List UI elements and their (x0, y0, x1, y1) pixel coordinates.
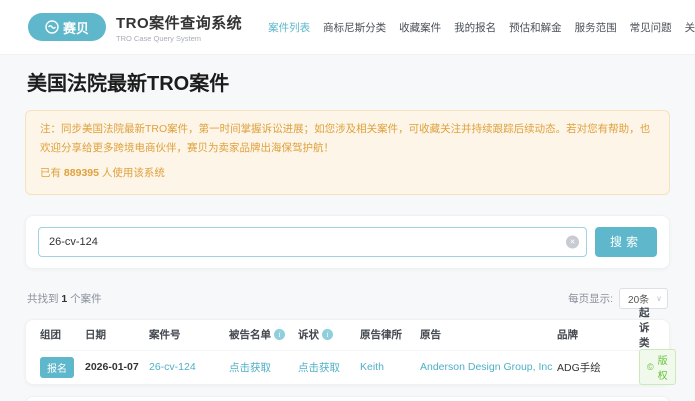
saibei-logo[interactable]: 赛贝 (28, 13, 106, 41)
law-firm-link[interactable]: Keith (360, 361, 384, 373)
search-button[interactable]: 搜索 (595, 227, 657, 257)
found-suffix: 个案件 (67, 293, 101, 305)
search-input[interactable] (38, 227, 587, 257)
clear-input-icon[interactable]: × (566, 235, 579, 248)
pagination: ‹ 1 › (25, 396, 670, 401)
nav-item-service-scope[interactable]: 服务范围 (575, 20, 617, 35)
nav-item-nice-classification[interactable]: 商标尼斯分类 (323, 20, 386, 35)
usage-suffix: 人使用该系统 (99, 167, 165, 179)
cell-date: 2026-01-07 (85, 361, 149, 373)
per-page-value: 20条 (628, 291, 649, 306)
saibei-logo-text: 赛贝 (63, 18, 89, 37)
cell-plaintiff: Anderson Design Group, Inc (420, 361, 557, 373)
notice-banner: 注：同步美国法院最新TRO案件，第一时间掌握诉讼进展；如您涉及相关案件，可收藏关… (25, 110, 670, 195)
info-icon[interactable]: i (274, 329, 285, 340)
cell-brand: ADG手绘 (557, 360, 639, 375)
header-law-firm: 原告律所 (360, 327, 420, 342)
table-header-row: 组团 日期 案件号 被告名单i 诉状i 原告律所 原告 品牌 起诉类型 (40, 320, 655, 351)
site-subtitle: TRO Case Query System (116, 34, 242, 43)
usage-count: 889395 (64, 167, 99, 179)
header-plaintiff: 原告 (420, 327, 557, 342)
cell-complaint: 点击获取 (298, 360, 360, 375)
nav-item-case-list[interactable]: 案件列表 (268, 20, 310, 35)
main-nav: 案件列表 商标尼斯分类 收藏案件 我的报名 预估和解金 服务范围 常见问题 关于… (268, 20, 695, 35)
search-input-wrap: × (38, 227, 587, 257)
nav-item-about-us[interactable]: 关于我们 (685, 20, 695, 35)
notice-text: 注：同步美国法院最新TRO案件，第一时间掌握诉讼进展；如您涉及相关案件，可收藏关… (40, 120, 655, 158)
header-case-no: 案件号 (149, 327, 229, 342)
nav-item-settlement-estimate[interactable]: 预估和解金 (509, 20, 562, 35)
defendants-link[interactable]: 点击获取 (229, 360, 271, 375)
nav-item-favorites[interactable]: 收藏案件 (399, 20, 441, 35)
copyright-icon: © (647, 362, 654, 372)
header-defendants: 被告名单i (229, 327, 298, 342)
table-row: 报名 2026-01-07 26-cv-124 点击获取 点击获取 Keith … (40, 351, 655, 384)
chevron-down-icon: ∨ (656, 294, 662, 303)
case-type-label: 版权 (658, 352, 668, 382)
plaintiff-link[interactable]: Anderson Design Group, Inc (420, 361, 553, 373)
search-card: × 搜索 (25, 215, 670, 269)
cell-defendants: 点击获取 (229, 360, 298, 375)
cell-case-type: © 版权 (639, 349, 676, 385)
page-title: 美国法院最新TRO案件 (27, 67, 670, 96)
usage-stat: 已有 889395 人使用该系统 (40, 164, 655, 183)
info-icon[interactable]: i (322, 329, 333, 340)
header-group: 组团 (40, 327, 85, 342)
complaint-link[interactable]: 点击获取 (298, 360, 340, 375)
nav-item-my-signups[interactable]: 我的报名 (454, 20, 496, 35)
main-content: 美国法院最新TRO案件 注：同步美国法院最新TRO案件，第一时间掌握诉讼进展；如… (0, 55, 695, 401)
per-page-label: 每页显示: (568, 291, 613, 306)
found-prefix: 共找到 (27, 293, 61, 305)
cell-case-no: 26-cv-124 (149, 361, 229, 373)
top-navbar: 赛贝 TRO案件查询系统 TRO Case Query System 案件列表 … (0, 0, 695, 55)
case-no-link[interactable]: 26-cv-124 (149, 361, 196, 373)
saibei-logo-icon (45, 20, 59, 34)
nav-item-faq[interactable]: 常见问题 (630, 20, 672, 35)
results-meta-row: 共找到 1 个案件 每页显示: 20条 ∨ (27, 288, 668, 309)
usage-prefix: 已有 (40, 167, 64, 179)
cell-signup: 报名 (40, 357, 85, 378)
site-title: TRO案件查询系统 (116, 12, 242, 33)
header-date: 日期 (85, 327, 149, 342)
cases-table: 组团 日期 案件号 被告名单i 诉状i 原告律所 原告 品牌 起诉类型 报名 2… (25, 319, 670, 385)
header-brand: 品牌 (557, 327, 639, 342)
results-count: 共找到 1 个案件 (27, 291, 102, 306)
signup-button[interactable]: 报名 (40, 357, 74, 378)
cell-law-firm: Keith (360, 361, 420, 373)
header-complaint: 诉状i (298, 327, 360, 342)
case-type-badge: © 版权 (639, 349, 676, 385)
site-title-block: TRO案件查询系统 TRO Case Query System (116, 12, 242, 43)
